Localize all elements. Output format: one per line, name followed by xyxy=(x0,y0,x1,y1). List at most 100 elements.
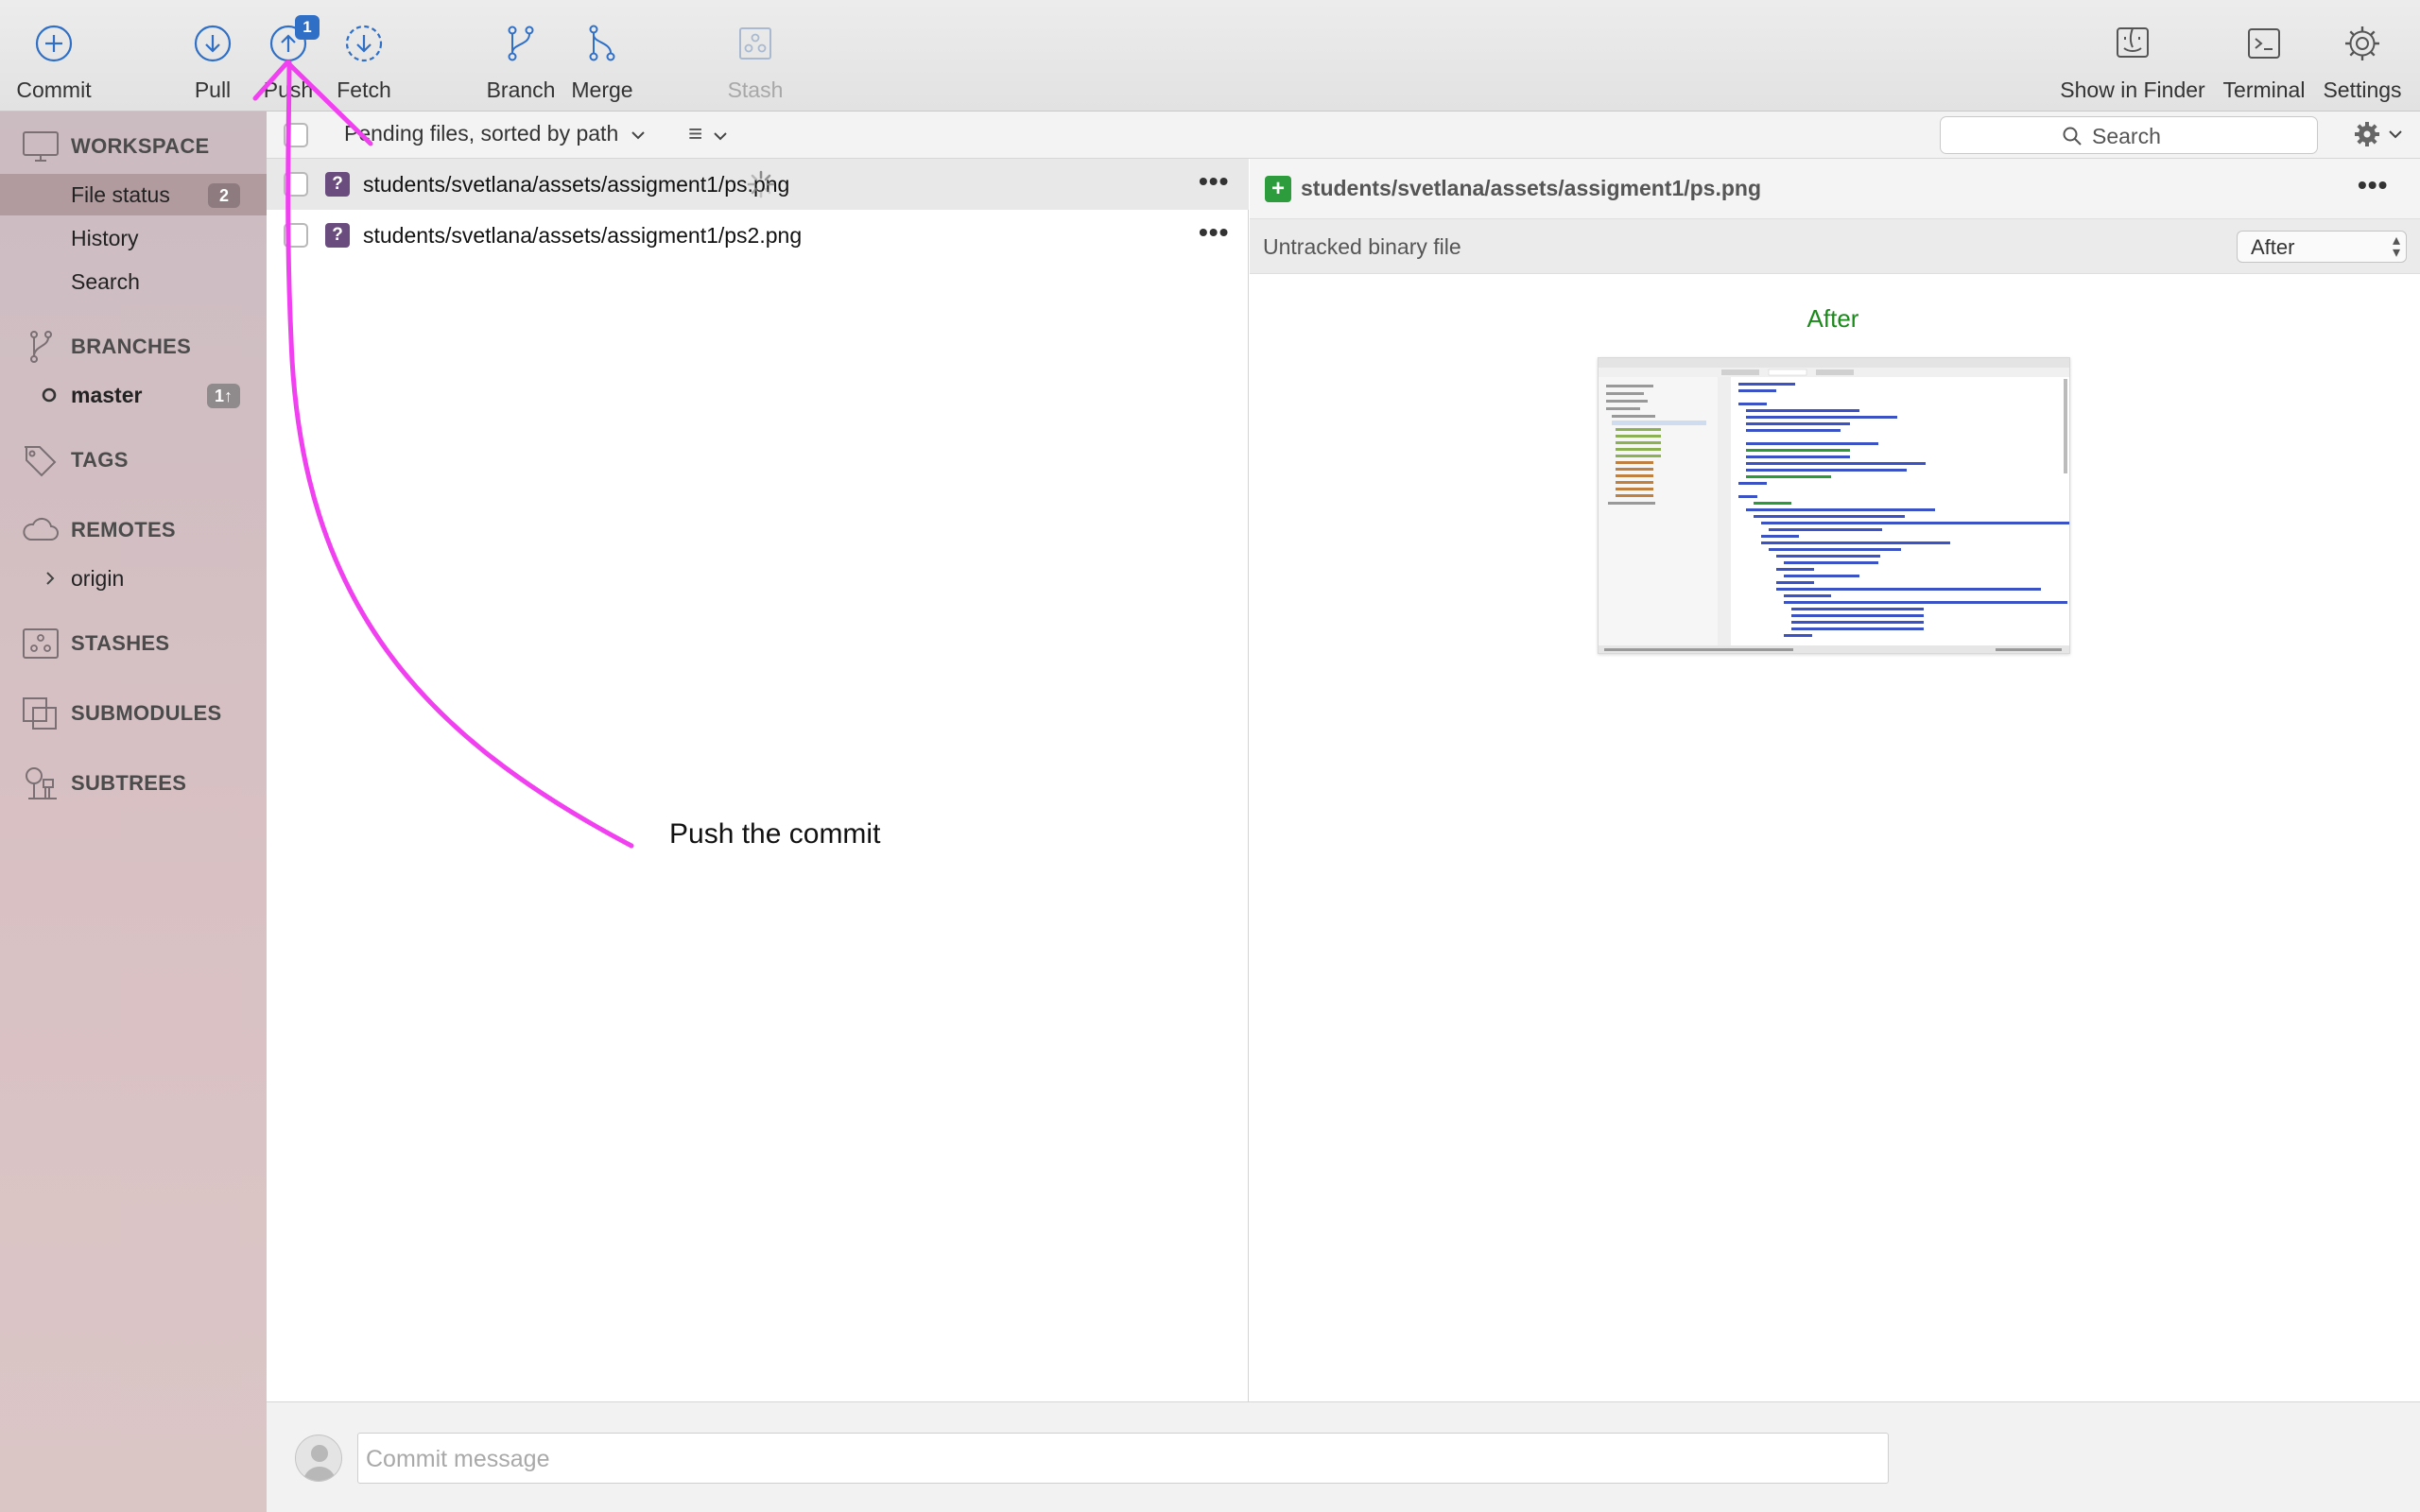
commit-message-placeholder: Commit message xyxy=(366,1446,550,1472)
file-list-toolbar: Pending files, sorted by path ≡ Search xyxy=(267,112,2420,159)
show-in-finder-label: Show in Finder xyxy=(2060,77,2205,102)
search-icon xyxy=(2063,127,2082,146)
diff-file-path: students/svetlana/assets/assigment1/ps.p… xyxy=(1301,176,1762,200)
image-preview xyxy=(1598,357,2070,654)
untracked-status-badge: ? xyxy=(325,223,350,248)
monitor-icon xyxy=(23,131,59,162)
file-path: students/svetlana/assets/assigment1/ps2.… xyxy=(363,223,803,248)
settings-label: Settings xyxy=(2323,77,2402,102)
master-ahead-badge: 1↑ xyxy=(206,384,240,408)
diff-view-value: After xyxy=(2251,235,2295,259)
branches-heading: BRANCHES xyxy=(71,335,192,358)
workspace-heading: WORKSPACE xyxy=(71,134,210,158)
sidebar-item-master[interactable]: master 1↑ xyxy=(0,374,267,416)
settings-button[interactable]: Settings xyxy=(2301,19,2420,103)
file-row[interactable]: ? students/svetlana/assets/assigment1/ps… xyxy=(267,159,1249,210)
tags-heading: TAGS xyxy=(71,448,129,472)
options-menu-button[interactable] xyxy=(2352,119,2409,149)
search-input[interactable]: Search xyxy=(1940,116,2318,154)
added-status-badge: + xyxy=(1265,176,1291,202)
sidebar-section-subtrees[interactable]: SUBTREES xyxy=(0,760,267,807)
spinner-icon xyxy=(747,170,775,198)
merge-icon xyxy=(589,25,615,61)
commit-button[interactable]: Commit xyxy=(0,19,115,103)
submodule-icon xyxy=(23,697,57,730)
show-in-finder-button[interactable]: Show in Finder xyxy=(2038,19,2227,103)
diff-header: + students/svetlana/assets/assigment1/ps… xyxy=(1250,159,2420,219)
untracked-status-badge: ? xyxy=(325,172,350,197)
sidebar: WORKSPACE File status 2 History Search B… xyxy=(0,112,267,1512)
sidebar-section-remotes[interactable]: REMOTES xyxy=(0,507,267,554)
sidebar-item-file-status[interactable]: File status 2 xyxy=(0,174,267,215)
terminal-icon xyxy=(2248,28,2280,59)
diff-description: Untracked binary file xyxy=(1263,234,1461,259)
search-placeholder: Search xyxy=(2092,124,2161,148)
chevron-down-icon xyxy=(631,131,645,140)
fetch-label: Fetch xyxy=(337,77,391,102)
after-heading: After xyxy=(1806,304,1859,333)
sidebar-section-submodules[interactable]: SUBMODULES xyxy=(0,690,267,737)
fetch-icon xyxy=(345,25,383,62)
tag-icon xyxy=(25,446,57,477)
stash-icon xyxy=(23,628,59,659)
stepper-arrows-icon: ▴ ▾ xyxy=(2392,232,2400,261)
commit-label: Commit xyxy=(16,77,92,102)
sidebar-section-workspace[interactable]: WORKSPACE xyxy=(0,123,267,170)
file-status-count-badge: 2 xyxy=(208,183,240,208)
file-row-checkbox[interactable] xyxy=(284,172,308,197)
sidebar-section-branches[interactable]: BRANCHES xyxy=(0,323,267,370)
diff-info-bar: Untracked binary file After ▴ ▾ xyxy=(1250,219,2420,274)
view-mode-toggle[interactable]: ≡ xyxy=(688,119,728,148)
cloud-icon xyxy=(23,517,59,541)
diff-view-select[interactable]: After ▴ ▾ xyxy=(2237,231,2407,263)
tree-icon xyxy=(26,767,57,799)
current-branch-icon xyxy=(42,387,57,403)
gear-icon xyxy=(2345,26,2379,60)
sidebar-item-label: History xyxy=(71,226,139,250)
branch-icon xyxy=(508,26,534,61)
file-path: students/svetlana/assets/assigment1/ps.p… xyxy=(363,172,790,197)
stash-icon xyxy=(739,27,771,60)
file-row-more-button[interactable]: ••• xyxy=(1199,217,1229,248)
stashes-heading: STASHES xyxy=(71,631,170,655)
user-silhouette-icon xyxy=(302,1445,337,1481)
sidebar-section-tags[interactable]: TAGS xyxy=(0,437,267,484)
subtrees-heading: SUBTREES xyxy=(71,771,187,795)
sidebar-item-search[interactable]: Search xyxy=(0,261,267,302)
sidebar-item-label: origin xyxy=(71,566,125,591)
finder-icon xyxy=(2117,27,2149,58)
sidebar-section-stashes[interactable]: STASHES xyxy=(0,620,267,667)
gear-icon xyxy=(2355,122,2379,146)
stash-button[interactable]: Stash xyxy=(694,19,817,103)
commit-area: Commit message xyxy=(267,1401,2420,1512)
toolbar: Commit Pull 1 Push Fetch Branch Merge St… xyxy=(0,0,2420,112)
sidebar-item-label: master xyxy=(71,383,143,407)
screenshot-thumbnail-image xyxy=(1599,358,2069,653)
chevron-down-icon xyxy=(2389,130,2402,139)
remotes-heading: REMOTES xyxy=(71,518,176,541)
stash-label: Stash xyxy=(727,77,784,102)
file-row-checkbox[interactable] xyxy=(284,223,308,248)
avatar xyxy=(295,1435,342,1482)
file-row[interactable]: ? students/svetlana/assets/assigment1/ps… xyxy=(267,210,1249,261)
merge-label: Merge xyxy=(571,77,633,102)
sidebar-item-label: Search xyxy=(71,269,140,294)
chevron-right-icon[interactable] xyxy=(43,571,57,586)
submodules-heading: SUBMODULES xyxy=(71,701,222,725)
fetch-button[interactable]: Fetch xyxy=(302,19,425,103)
file-row-more-button[interactable]: ••• xyxy=(1199,166,1229,197)
sort-label: Pending files, sorted by path xyxy=(344,121,619,146)
sidebar-item-origin[interactable]: origin xyxy=(0,558,267,599)
diff-more-button[interactable]: ••• xyxy=(2358,170,2388,200)
sidebar-item-history[interactable]: History xyxy=(0,217,267,259)
sort-dropdown[interactable]: Pending files, sorted by path xyxy=(344,121,646,146)
annotation-text: Push the commit xyxy=(669,818,881,850)
branch-icon xyxy=(30,331,52,363)
list-view-icon: ≡ xyxy=(688,119,703,147)
sidebar-item-label: File status xyxy=(71,182,170,207)
merge-button[interactable]: Merge xyxy=(541,19,664,103)
chevron-down-icon xyxy=(714,132,728,141)
select-all-checkbox[interactable] xyxy=(284,123,308,147)
commit-message-input[interactable]: Commit message xyxy=(357,1433,1889,1484)
file-list-pane xyxy=(267,112,1249,1401)
